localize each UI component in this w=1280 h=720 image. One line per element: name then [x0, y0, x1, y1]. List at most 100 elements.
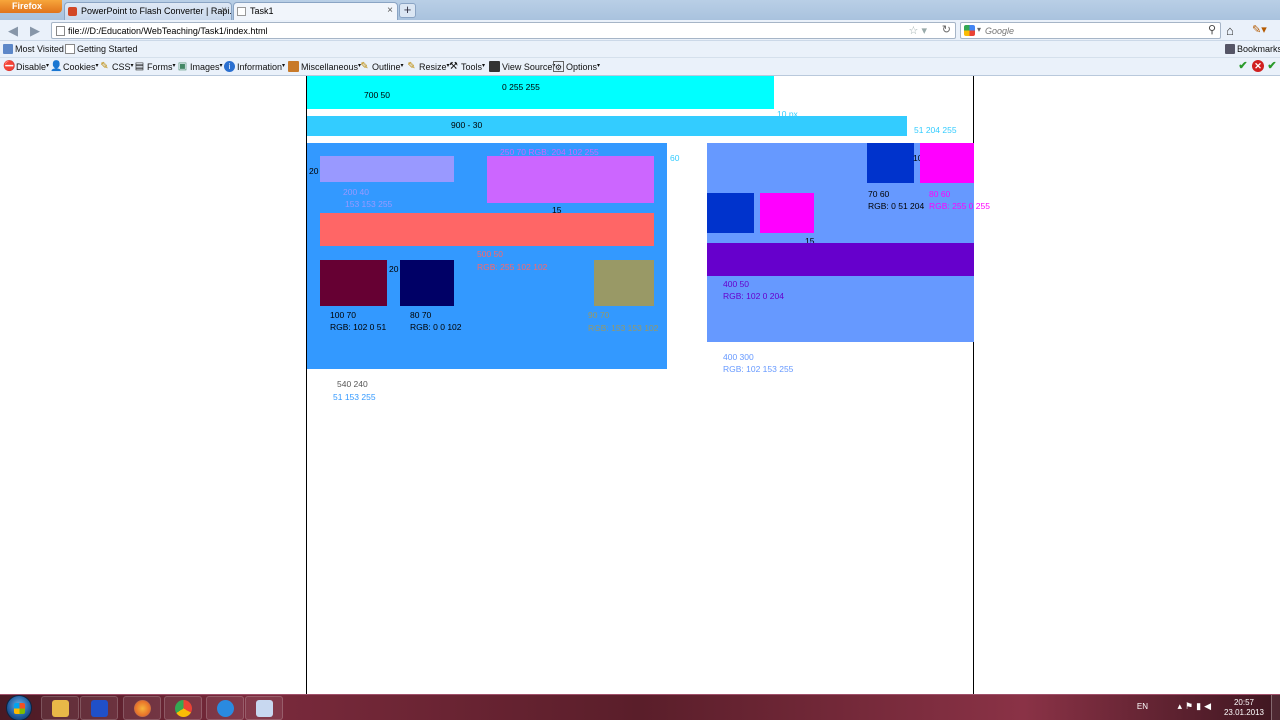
red-bar-rgb-label: RGB: 255 102 102 — [477, 262, 548, 272]
forward-icon[interactable]: ▶ — [27, 23, 43, 38]
bookmark-most-visited[interactable]: Most Visited — [3, 44, 64, 54]
new-tab-button[interactable]: + — [399, 3, 416, 18]
check-icon[interactable]: ✔ — [1266, 60, 1278, 72]
windows-logo-icon — [14, 703, 25, 714]
magenta-box — [920, 143, 974, 183]
error-icon[interactable]: ✕ — [1252, 60, 1264, 72]
ie-icon — [217, 700, 234, 717]
info-icon: i — [224, 61, 235, 72]
person-icon: 👤 — [50, 61, 63, 72]
right-panel-rgb-label: RGB: 102 153 255 — [723, 364, 794, 374]
url-input[interactable] — [68, 24, 888, 37]
start-button[interactable] — [6, 695, 32, 720]
show-desktop-button[interactable] — [1271, 695, 1280, 720]
firefox-menu-button[interactable]: Firefox — [0, 0, 62, 13]
tab-powerpoint[interactable]: PowerPoint to Flash Converter | Rapi... … — [64, 2, 232, 20]
toolbox-icon — [288, 61, 299, 72]
favicon-icon — [68, 7, 77, 16]
dev-information-menu[interactable]: i Information▾ — [224, 61, 285, 72]
dev-resize-menu[interactable]: ✎ Resize▾ — [406, 61, 449, 72]
dev-options-menu[interactable]: ⚙ Options▾ — [553, 61, 600, 72]
dev-tools-menu[interactable]: ⚒ Tools▾ — [448, 61, 485, 72]
olive-rgb-label: RGB: 153 153 102 — [588, 323, 659, 333]
tray-icons[interactable]: ▴⚑▮◀ — [1178, 701, 1214, 712]
search-bar[interactable]: ▾ ⚲ — [960, 22, 1221, 39]
addon-icon[interactable]: ✎▾ — [1252, 23, 1267, 36]
dev-cookies-menu[interactable]: 👤 Cookies▾ — [50, 61, 99, 72]
dev-outline-menu[interactable]: ✎ Outline▾ — [359, 61, 403, 72]
bookmark-label: Getting Started — [77, 44, 138, 54]
clock[interactable]: 20:57 23.01.2013 — [1220, 698, 1268, 718]
page-icon — [56, 26, 65, 36]
dev-disable-menu[interactable]: ⛔ Disable▾ — [3, 61, 49, 72]
url-bar[interactable]: ☆ ▾ ↻ — [51, 22, 956, 39]
bookmark-star-icon[interactable]: ☆ ▾ — [909, 24, 927, 37]
maroon-rgb-label: RGB: 102 0 51 — [330, 322, 387, 332]
check-icon[interactable]: ✔ — [1237, 60, 1249, 72]
menu-label: Information — [237, 62, 283, 72]
cyan-bar-rgb-label: 0 255 255 — [502, 82, 540, 92]
tools-icon: ⚒ — [449, 61, 458, 72]
menu-label: CSS — [112, 62, 131, 72]
lavender-rgb-label: 153 153 255 — [345, 199, 393, 209]
clock-time: 20:57 — [1233, 698, 1255, 707]
sky-bar-rgb-label: 51 204 255 — [914, 125, 957, 135]
tab-task1[interactable]: Task1 × — [233, 2, 398, 20]
navigation-bar: ◀ ▶ ☆ ▾ ↻ ▾ ⚲ ⌂ ✎▾ — [0, 20, 1280, 41]
taskbar-explorer[interactable] — [41, 696, 79, 720]
magenta-rgb-label: RGB: 255 0 255 — [929, 201, 990, 211]
olive-box — [594, 260, 654, 306]
navy-box — [400, 260, 454, 306]
source-icon — [489, 61, 500, 72]
left-panel-rgb-label: 51 153 255 — [333, 392, 376, 402]
menu-label: Outline — [372, 62, 401, 72]
taskbar-firefox[interactable] — [123, 696, 161, 720]
bookmarks-menu-label: Bookmarks — [1237, 44, 1280, 54]
menu-label: Resize — [419, 62, 447, 72]
search-icon[interactable]: ⚲ — [1208, 23, 1216, 36]
language-indicator[interactable]: EN — [1137, 702, 1148, 711]
bookmarks-bar: Most Visited Getting Started Bookmarks — [0, 41, 1280, 58]
google-icon[interactable] — [964, 25, 975, 36]
menu-label: Forms — [147, 62, 173, 72]
menu-label: Disable — [16, 62, 47, 72]
taskbar: EN ▴⚑▮◀ 20:57 23.01.2013 — [0, 694, 1280, 720]
image-icon: ▣ — [177, 61, 188, 72]
tab-title: Task1 — [250, 6, 274, 16]
sky-bar: 900 - 30 — [307, 116, 907, 136]
back-icon[interactable]: ◀ — [5, 23, 21, 38]
purple-rgb-label: RGB: 102 0 204 — [723, 291, 784, 301]
search-input[interactable] — [985, 24, 1195, 37]
olive-size-label: 90 70 — [588, 310, 610, 320]
menu-label: Options — [566, 62, 598, 72]
red-bar-size-label: 500 50 — [477, 249, 503, 259]
sixty-label: 60 — [670, 153, 680, 163]
chrome-icon — [175, 700, 192, 717]
home-icon[interactable]: ⌂ — [1226, 23, 1234, 38]
web-developer-toolbar: ⛔ Disable▾ 👤 Cookies▾ ✎ CSS▾ ▤ Forms▾ ▣ Image… — [0, 58, 1280, 76]
left-panel-size-label: 540 240 — [337, 379, 368, 389]
taskbar-app-window[interactable] — [245, 696, 283, 720]
reload-icon[interactable]: ↻ — [942, 23, 951, 36]
dev-images-menu[interactable]: ▣ Images▾ — [177, 61, 223, 72]
blue-box — [867, 143, 914, 183]
bookmark-label: Most Visited — [15, 44, 64, 54]
red-bar — [320, 213, 654, 246]
taskbar-internet-explorer[interactable] — [206, 696, 244, 720]
menu-label: Images — [190, 62, 220, 72]
chevron-down-icon[interactable]: ▾ — [977, 25, 981, 34]
taskbar-chrome[interactable] — [164, 696, 202, 720]
close-tab-icon[interactable]: × — [221, 3, 227, 19]
close-tab-icon[interactable]: × — [387, 3, 393, 19]
dev-view-source-menu[interactable]: View Source▾ — [489, 61, 555, 72]
left-panel: 20 200 40 153 153 255 250 70 RGB: 204 10… — [307, 143, 667, 369]
bookmarks-menu-button[interactable]: Bookmarks — [1225, 44, 1280, 54]
dev-forms-menu[interactable]: ▤ Forms▾ — [134, 61, 176, 72]
taskbar-app-blue[interactable] — [80, 696, 118, 720]
bookmark-getting-started[interactable]: Getting Started — [65, 44, 138, 54]
form-icon: ▤ — [134, 61, 145, 72]
dev-css-menu[interactable]: ✎ CSS▾ — [99, 61, 133, 72]
dev-miscellaneous-menu[interactable]: Miscellaneous▾ — [288, 61, 361, 72]
app-icon — [91, 700, 108, 717]
options-icon: ⚙ — [553, 61, 564, 72]
